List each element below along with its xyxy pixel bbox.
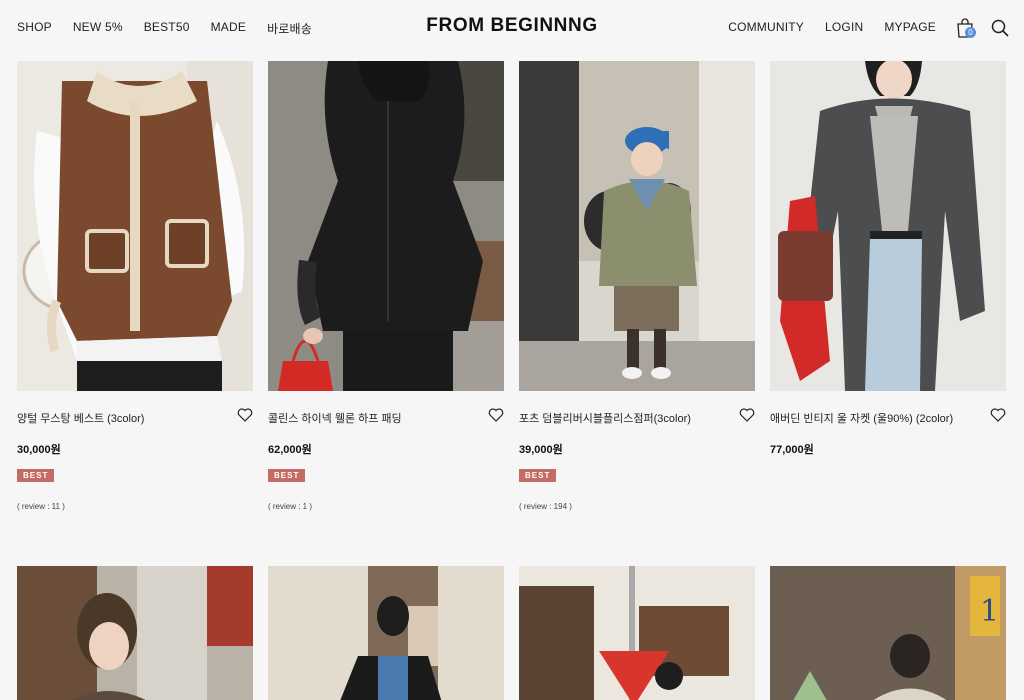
review-count: ( review : 11 ) (17, 502, 65, 511)
product-image[interactable] (770, 61, 1006, 391)
product-image[interactable] (17, 566, 253, 700)
heart-icon[interactable] (488, 407, 504, 423)
nav-made[interactable]: MADE (211, 20, 246, 37)
nav-mypage[interactable]: MYPAGE (884, 20, 936, 34)
product-name[interactable]: 포츠 덤블리버시블플리스점퍼(3color) (519, 410, 691, 426)
product-image[interactable] (268, 566, 504, 700)
product-price: 30,000원 (17, 444, 61, 456)
main-nav: SHOP NEW 5% BEST50 MADE 바로배송 (17, 20, 333, 37)
product-image[interactable]: 1 (770, 566, 1006, 700)
product-name[interactable]: 양털 무스탕 베스트 (3color) (17, 410, 144, 426)
account-nav: COMMUNITY LOGIN MYPAGE (707, 20, 936, 34)
best-badge: BEST (519, 469, 557, 482)
product-card[interactable]: 애버딘 빈티지 울 자켓 (울90%) (2color) 77,000원 (770, 61, 1006, 566)
product-image[interactable] (17, 61, 253, 391)
product-image[interactable] (519, 566, 755, 700)
site-header: SHOP NEW 5% BEST50 MADE 바로배송 FROM BEGINN… (0, 0, 1024, 58)
review-count: ( review : 194 ) (519, 502, 572, 511)
nav-login[interactable]: LOGIN (825, 20, 863, 34)
heart-icon[interactable] (990, 407, 1006, 423)
best-badge: BEST (17, 469, 55, 482)
product-price: 39,000원 (519, 444, 563, 456)
product-card[interactable] (519, 566, 755, 700)
nav-best50[interactable]: BEST50 (144, 20, 190, 37)
svg-text:1: 1 (980, 594, 999, 629)
product-grid: 양털 무스탕 베스트 (3color) 30,000원 BEST ( revie… (17, 61, 1006, 700)
product-image[interactable] (519, 61, 755, 391)
product-image[interactable] (268, 61, 504, 391)
product-name[interactable]: 애버딘 빈티지 울 자켓 (울90%) (2color) (770, 410, 953, 426)
nav-shop[interactable]: SHOP (17, 20, 52, 37)
nav-community[interactable]: COMMUNITY (728, 20, 804, 34)
nav-new[interactable]: NEW 5% (73, 20, 123, 37)
product-card[interactable]: 콜린스 하이넥 웰론 하프 패딩 62,000원 BEST ( review :… (268, 61, 504, 566)
review-count: ( review : 1 ) (268, 502, 313, 511)
product-card[interactable]: 양털 무스탕 베스트 (3color) 30,000원 BEST ( revie… (17, 61, 253, 566)
heart-icon[interactable] (739, 407, 755, 423)
nav-quick-delivery[interactable]: 바로배송 (267, 20, 312, 37)
best-badge: BEST (268, 469, 306, 482)
cart-count-badge: 0 (965, 27, 976, 38)
product-card[interactable]: 1 (770, 566, 1006, 700)
heart-icon[interactable] (237, 407, 253, 423)
product-card[interactable] (268, 566, 504, 700)
product-name[interactable]: 콜린스 하이넥 웰론 하프 패딩 (268, 410, 402, 426)
product-card[interactable]: 포츠 덤블리버시블플리스점퍼(3color) 39,000원 BEST ( re… (519, 61, 755, 566)
product-card[interactable] (17, 566, 253, 700)
brand-logo[interactable]: FROM BEGINNNG (426, 15, 597, 36)
product-price: 77,000원 (770, 444, 814, 456)
search-icon[interactable] (991, 19, 1009, 37)
product-price: 62,000원 (268, 444, 312, 456)
